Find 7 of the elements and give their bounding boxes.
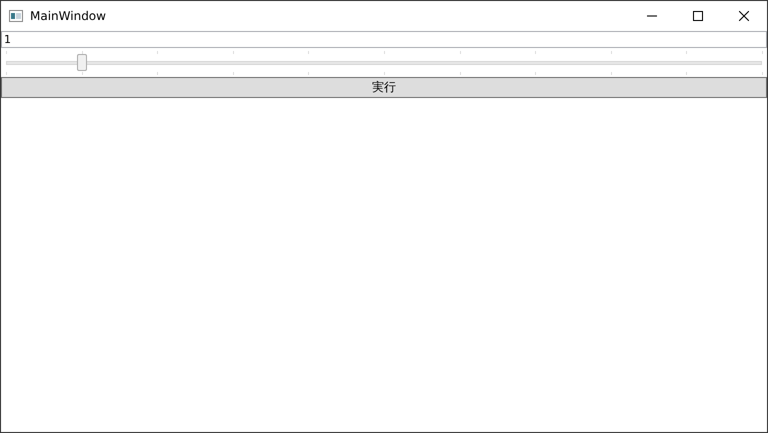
close-icon (739, 11, 749, 21)
maximize-icon (693, 11, 703, 21)
run-button[interactable]: 実行 (1, 77, 767, 98)
slider-thumb[interactable] (76, 54, 87, 71)
text-field[interactable]: 1 (1, 31, 767, 48)
window-title: MainWindow (30, 9, 107, 23)
app-icon (9, 10, 23, 22)
